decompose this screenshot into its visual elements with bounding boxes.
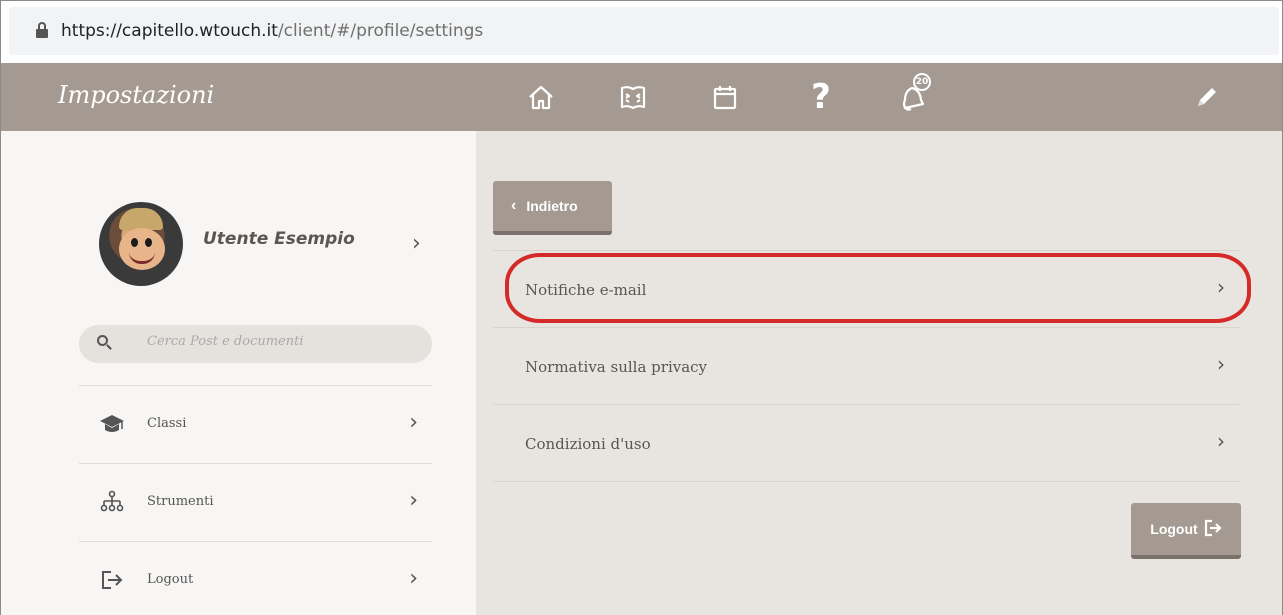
notification-count-badge: 20	[913, 73, 931, 91]
graduation-cap-icon	[99, 412, 125, 436]
logout-icon	[1204, 519, 1222, 540]
avatar[interactable]	[99, 202, 183, 286]
sidebar-item-label: Strumenti	[147, 494, 214, 509]
home-icon[interactable]	[523, 79, 559, 115]
search-bar[interactable]	[79, 325, 432, 363]
url-text[interactable]: https://capitello.wtouch.it/client/#/pro…	[61, 21, 483, 41]
search-icon	[97, 335, 113, 351]
settings-row-label: Notifiche e-mail	[525, 281, 647, 299]
hierarchy-icon	[99, 490, 125, 514]
chevron-right-icon: ›	[409, 566, 418, 591]
help-icon[interactable]: ?	[803, 77, 839, 117]
app-header: Impostazioni ? 20	[1, 63, 1282, 131]
profile-chevron-icon[interactable]: ›	[412, 231, 421, 256]
settings-row-label: Condizioni d'uso	[525, 435, 651, 453]
calendar-icon[interactable]	[707, 79, 743, 115]
settings-row-terms[interactable]: Condizioni d'uso ›	[493, 404, 1239, 481]
edit-icon[interactable]	[1189, 79, 1225, 115]
divider	[493, 481, 1239, 482]
sidebar-item-classi[interactable]: Classi ›	[79, 386, 432, 462]
back-button[interactable]: ‹ Indietro	[493, 181, 612, 235]
sidebar: Utente Esempio › Classi › Strumenti ›	[1, 131, 476, 615]
sidebar-item-strumenti[interactable]: Strumenti ›	[79, 464, 432, 540]
search-input[interactable]	[147, 334, 407, 349]
browser-window: https://capitello.wtouch.it/client/#/pro…	[0, 0, 1283, 615]
chevron-right-icon: ›	[409, 410, 418, 435]
chevron-right-icon: ›	[1217, 429, 1225, 453]
sidebar-item-logout[interactable]: Logout ›	[79, 542, 432, 615]
logout-icon	[99, 568, 125, 592]
settings-panel: ‹ Indietro Notifiche e-mail › Normativa …	[476, 131, 1282, 615]
chevron-right-icon: ›	[1217, 275, 1225, 299]
sidebar-item-label: Classi	[147, 416, 187, 431]
chevron-left-icon: ‹	[511, 197, 517, 214]
page-title: Impostazioni	[58, 81, 215, 109]
sidebar-item-label: Logout	[147, 572, 194, 587]
book-icon[interactable]	[615, 79, 651, 115]
settings-row-label: Normativa sulla privacy	[525, 358, 708, 376]
settings-row-email-notifications[interactable]: Notifiche e-mail ›	[493, 250, 1239, 327]
notifications-icon[interactable]: 20	[894, 73, 931, 115]
address-bar[interactable]: https://capitello.wtouch.it/client/#/pro…	[9, 7, 1279, 55]
user-name[interactable]: Utente Esempio	[203, 229, 355, 249]
logout-button[interactable]: Logout	[1131, 503, 1241, 559]
settings-row-privacy[interactable]: Normativa sulla privacy ›	[493, 327, 1239, 404]
chevron-right-icon: ›	[409, 488, 418, 513]
lock-icon	[35, 22, 49, 38]
chevron-right-icon: ›	[1217, 352, 1225, 376]
